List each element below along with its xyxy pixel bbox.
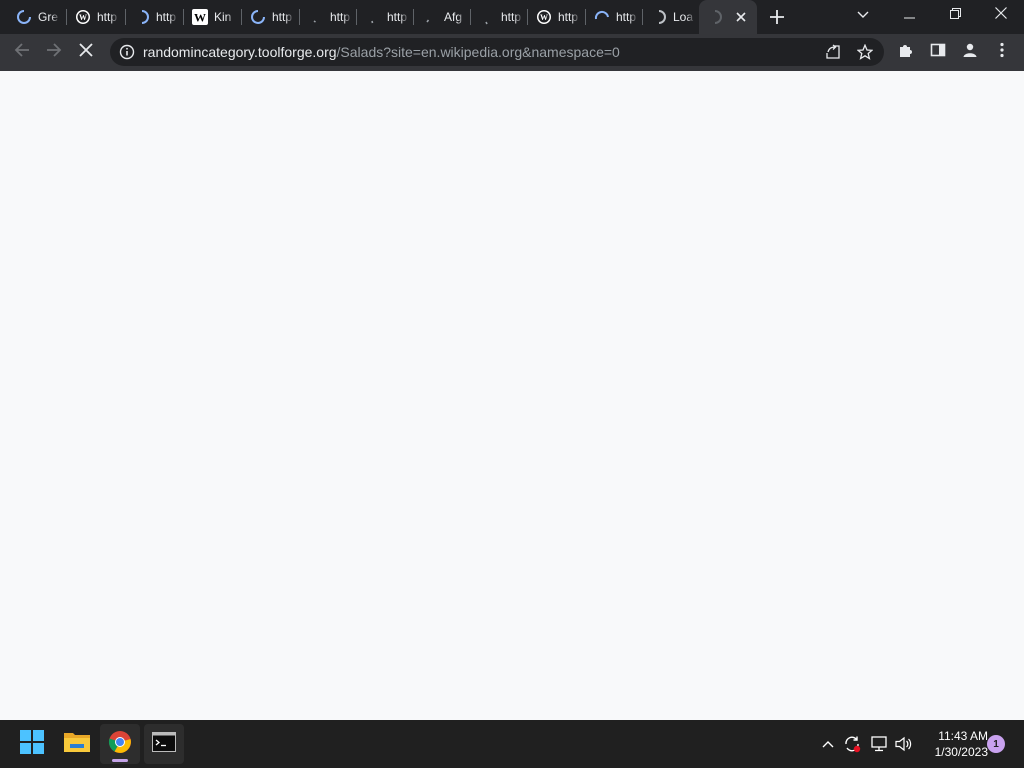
menu-button[interactable] [988,38,1016,66]
minimize-icon [903,6,915,24]
puzzle-icon [898,42,914,63]
tab-active[interactable] [699,0,757,34]
loading-dot-icon [365,9,381,25]
profile-button[interactable] [956,38,984,66]
share-icon[interactable] [825,44,841,60]
file-explorer-button[interactable] [57,724,97,764]
address-bar[interactable]: randomincategory.toolforge.org/Salads?si… [110,38,884,66]
loading-spinner-icon [16,9,32,25]
volume-icon[interactable] [894,734,914,754]
info-icon[interactable] [119,44,135,60]
wordpress-icon: W [536,9,552,25]
close-tab-icon[interactable] [733,9,749,25]
tab[interactable]: http [357,0,414,34]
running-indicator [112,759,128,762]
windows-logo-icon [20,729,44,759]
tab[interactable]: W http [67,0,124,34]
network-icon[interactable] [870,734,890,754]
chevron-up-icon[interactable] [818,734,838,754]
wikipedia-icon: W [192,9,208,25]
clock-time: 11:43 AM [938,729,988,743]
chevron-down-icon [857,6,869,24]
tab-title: http [387,10,408,24]
tab[interactable]: Afg [414,0,471,34]
loading-spinner-icon [707,9,723,25]
tab-title: Loa [673,10,694,24]
tab-title: http [330,10,351,24]
loading-spinner-icon [134,9,150,25]
tab[interactable]: http [300,0,357,34]
tab-title: http [272,10,293,24]
loading-spinner-icon [651,9,667,25]
chrome-icon [108,730,132,759]
tab-title: Gre [38,10,59,24]
tab-title: http [97,10,118,24]
chrome-button[interactable] [100,724,140,764]
restore-icon [949,6,961,24]
tab[interactable]: http [242,0,299,34]
tab[interactable]: W http [528,0,585,34]
loading-dot-icon [479,9,495,25]
close-window-button[interactable] [978,0,1024,30]
profile-icon [962,42,978,63]
notification-badge[interactable]: 1 [987,735,1005,753]
loading-dot-icon [422,9,438,25]
tab[interactable]: http [471,0,528,34]
terminal-button[interactable] [144,724,184,764]
svg-text:W: W [540,13,548,22]
forward-button[interactable] [40,38,68,66]
terminal-icon [152,731,176,757]
url-path: /Salads?site=en.wikipedia.org&namespace=… [336,44,620,60]
more-vertical-icon [1000,42,1004,63]
close-icon [995,6,1007,24]
svg-text:W: W [79,13,87,22]
folder-icon [64,731,90,758]
start-button[interactable] [12,724,52,764]
stop-loading-button[interactable] [72,38,100,66]
arrow-right-icon [46,42,62,63]
minimize-button[interactable] [886,0,932,30]
system-clock[interactable]: 11:43 AM 1/30/2023 [918,728,988,760]
tab[interactable]: http [126,0,183,34]
side-panel-icon [930,42,946,63]
star-icon[interactable] [857,44,873,60]
taskbar: 11:43 AM 1/30/2023 [0,720,1024,768]
tab-title: Afg [444,10,463,24]
loading-spinner-icon [250,9,266,25]
wordpress-icon: W [75,9,91,25]
close-icon [79,42,93,62]
tab[interactable]: Loa [643,0,700,34]
sync-icon[interactable] [842,734,862,754]
tab[interactable]: W Kin [184,0,241,34]
tab-title: http [558,10,579,24]
tab[interactable]: Gre [8,0,65,34]
new-tab-button[interactable] [765,5,789,29]
tab-strip: Gre W http http W Kin http http http Afg… [0,0,1024,34]
tab-title: Kin [214,10,232,24]
tab-title: http [616,10,637,24]
loading-dot-icon [308,9,324,25]
url-host: randomincategory.toolforge.org [143,44,337,60]
back-button[interactable] [8,38,36,66]
clock-date: 1/30/2023 [934,745,988,759]
extensions-button[interactable] [892,38,920,66]
page-content [0,71,1024,720]
tab-title: http [156,10,177,24]
tab-title: http [501,10,522,24]
browser-toolbar: randomincategory.toolforge.org/Salads?si… [0,34,1024,71]
restore-button[interactable] [932,0,978,30]
side-panel-button[interactable] [924,38,952,66]
tab-search-button[interactable] [840,0,886,30]
arrow-left-icon [14,42,30,63]
url-text: randomincategory.toolforge.org/Salads?si… [143,44,620,60]
tab[interactable]: http [586,0,643,34]
svg-text:W: W [194,11,206,25]
loading-spinner-icon [594,9,610,25]
